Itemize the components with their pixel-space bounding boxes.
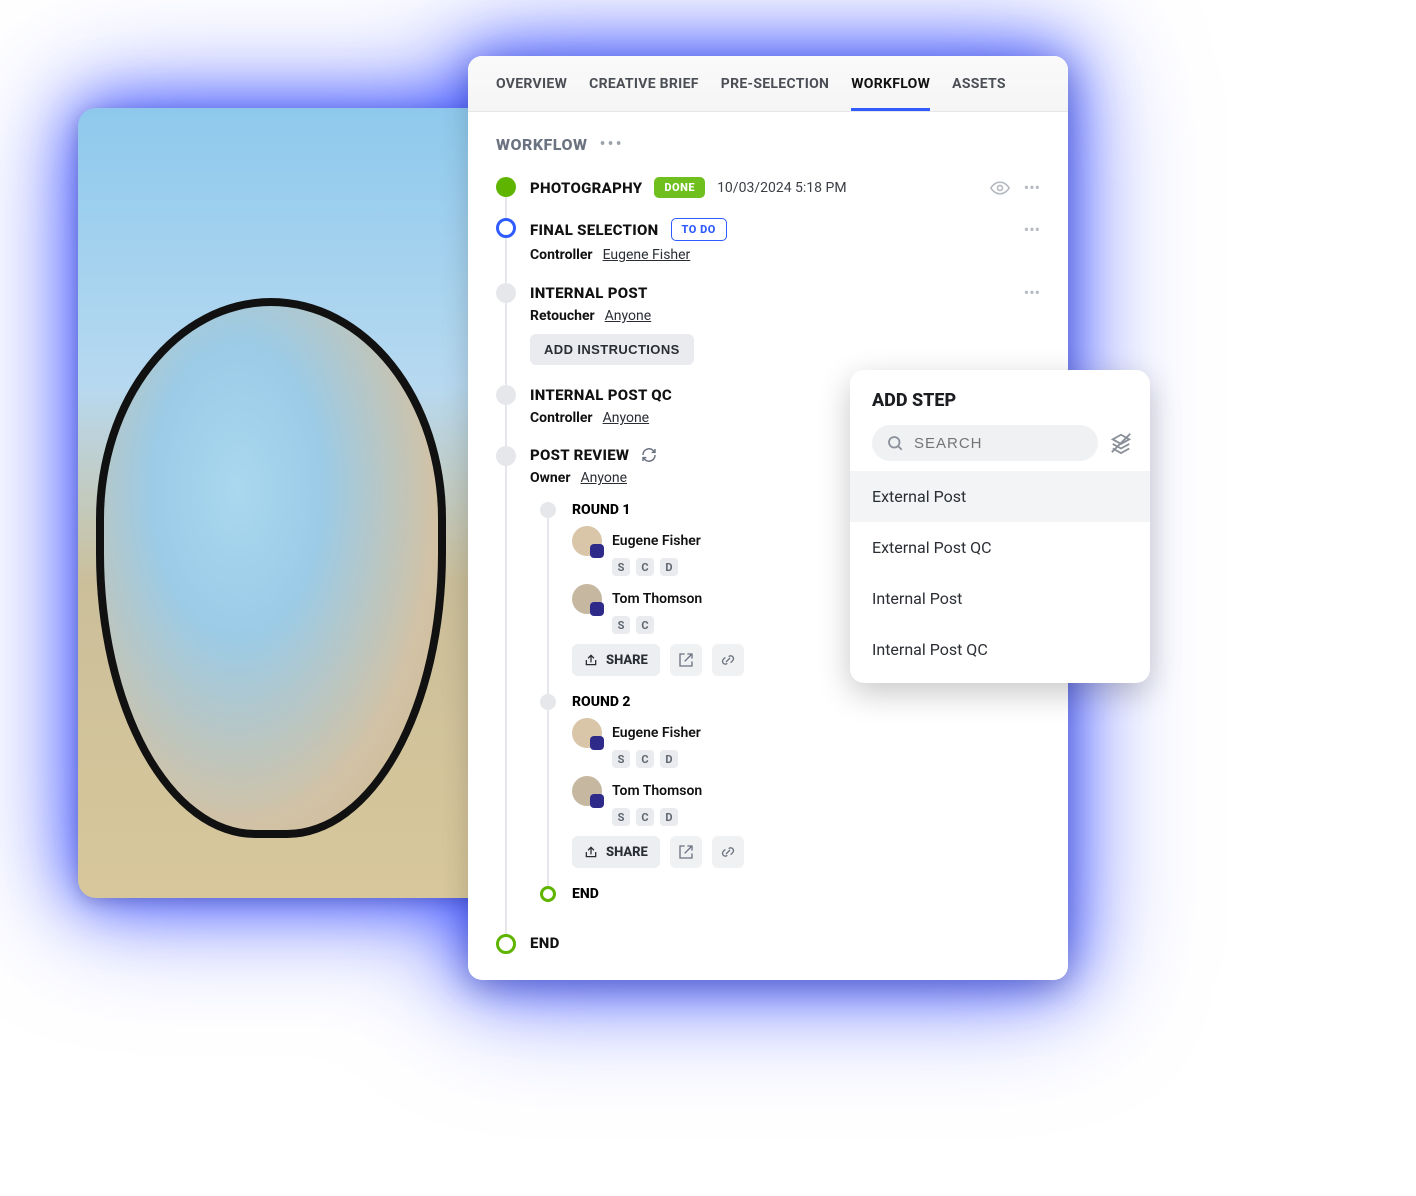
role-assignee-link[interactable]: Anyone [603, 410, 650, 426]
step-title: FINAL SELECTION [530, 221, 659, 239]
step-title: INTERNAL POST [530, 284, 648, 302]
step-title: END [530, 934, 560, 952]
round-marker-icon [540, 502, 556, 518]
add-step-option[interactable]: Internal Post QC [850, 624, 1150, 675]
chip: C [636, 558, 654, 576]
permission-chips: S C D [612, 808, 1040, 826]
step-more-icon[interactable]: ••• [1024, 178, 1040, 197]
end-marker-icon [496, 934, 516, 954]
round-2: ROUND 2 Eugene Fisher S C D Tom Tho [540, 688, 1040, 880]
search-input[interactable] [914, 435, 1084, 452]
reviewer-name: Eugene Fisher [612, 533, 701, 549]
tab-creative-brief[interactable]: CREATIVE BRIEF [589, 76, 699, 111]
chip: C [636, 750, 654, 768]
role-assignee-link[interactable]: Anyone [605, 308, 652, 324]
chip: S [612, 616, 630, 634]
tab-overview[interactable]: OVERVIEW [496, 76, 567, 111]
add-step-option[interactable]: Internal Post [850, 573, 1150, 624]
search-icon [886, 434, 904, 452]
section-more-icon[interactable]: ••• [599, 134, 623, 155]
add-instructions-button[interactable]: ADD INSTRUCTIONS [530, 334, 694, 365]
add-step-option[interactable]: External Post QC [850, 522, 1150, 573]
tab-bar: OVERVIEW CREATIVE BRIEF PRE-SELECTION WO… [468, 56, 1068, 112]
open-external-button[interactable] [670, 644, 702, 676]
permission-chips: S C D [612, 750, 1040, 768]
status-badge-done: DONE [654, 177, 705, 198]
chip: C [636, 616, 654, 634]
step-title: POST REVIEW [530, 446, 629, 464]
tab-workflow[interactable]: WORKFLOW [851, 76, 930, 111]
status-badge-todo: TO DO [671, 218, 727, 241]
chip: C [636, 808, 654, 826]
step-final-selection: FINAL SELECTION TO DO ••• Controller Eug… [496, 212, 1040, 277]
cycle-icon [641, 447, 657, 463]
reviewer-name: Tom Thomson [612, 591, 702, 607]
chip: D [660, 558, 678, 576]
add-step-popover: ADD STEP External Post External Post QC … [850, 370, 1150, 683]
step-timestamp: 10/03/2024 5:18 PM [717, 180, 847, 196]
mirror-illustration [96, 298, 446, 838]
role-label: Controller [530, 410, 593, 426]
role-label: Owner [530, 470, 570, 486]
add-step-title: ADD STEP [872, 390, 1128, 411]
chip: D [660, 750, 678, 768]
step-end: END [496, 928, 1040, 956]
background-photo-card [78, 108, 498, 898]
end-marker-icon [540, 886, 556, 902]
role-label: Retoucher [530, 308, 595, 324]
step-more-icon[interactable]: ••• [1024, 283, 1040, 302]
open-external-button[interactable] [670, 836, 702, 868]
visibility-icon[interactable] [990, 178, 1010, 198]
avatar [572, 526, 602, 556]
share-label: SHARE [606, 653, 648, 668]
role-assignee-link[interactable]: Eugene Fisher [603, 247, 691, 263]
unlink-button[interactable] [712, 644, 744, 676]
chip: S [612, 558, 630, 576]
end-label: END [572, 886, 1040, 902]
section-title: WORKFLOW [496, 135, 587, 154]
round-marker-icon [540, 694, 556, 710]
rounds-end: END [540, 880, 1040, 914]
layers-icon[interactable] [1110, 432, 1132, 454]
unlink-button[interactable] [712, 836, 744, 868]
add-step-option[interactable]: External Post [850, 471, 1150, 522]
step-more-icon[interactable]: ••• [1024, 220, 1040, 239]
step-photography: PHOTOGRAPHY DONE 10/03/2024 5:18 PM ••• [496, 171, 1040, 212]
role-assignee-link[interactable]: Anyone [580, 470, 627, 486]
step-title: PHOTOGRAPHY [530, 179, 642, 197]
step-marker-todo-icon [496, 218, 516, 238]
chip: D [660, 808, 678, 826]
step-internal-post: INTERNAL POST ••• Retoucher Anyone ADD I… [496, 277, 1040, 379]
step-marker-idle-icon [496, 283, 516, 303]
reviewer-name: Eugene Fisher [612, 725, 701, 741]
share-button[interactable]: SHARE [572, 644, 660, 676]
search-box[interactable] [872, 425, 1098, 461]
reviewer-name: Tom Thomson [612, 783, 702, 799]
reviewer-row: Eugene Fisher [572, 718, 1040, 748]
chip: S [612, 750, 630, 768]
chip: S [612, 808, 630, 826]
avatar [572, 718, 602, 748]
step-title: INTERNAL POST QC [530, 386, 672, 404]
tab-pre-selection[interactable]: PRE-SELECTION [721, 76, 830, 111]
step-marker-done-icon [496, 177, 516, 197]
tab-assets[interactable]: ASSETS [952, 76, 1006, 111]
avatar [572, 776, 602, 806]
step-marker-idle-icon [496, 446, 516, 466]
role-label: Controller [530, 247, 593, 263]
round-title: ROUND 2 [572, 694, 1040, 710]
avatar [572, 584, 602, 614]
share-label: SHARE [606, 845, 648, 860]
reviewer-row: Tom Thomson [572, 776, 1040, 806]
share-button[interactable]: SHARE [572, 836, 660, 868]
step-marker-idle-icon [496, 385, 516, 405]
